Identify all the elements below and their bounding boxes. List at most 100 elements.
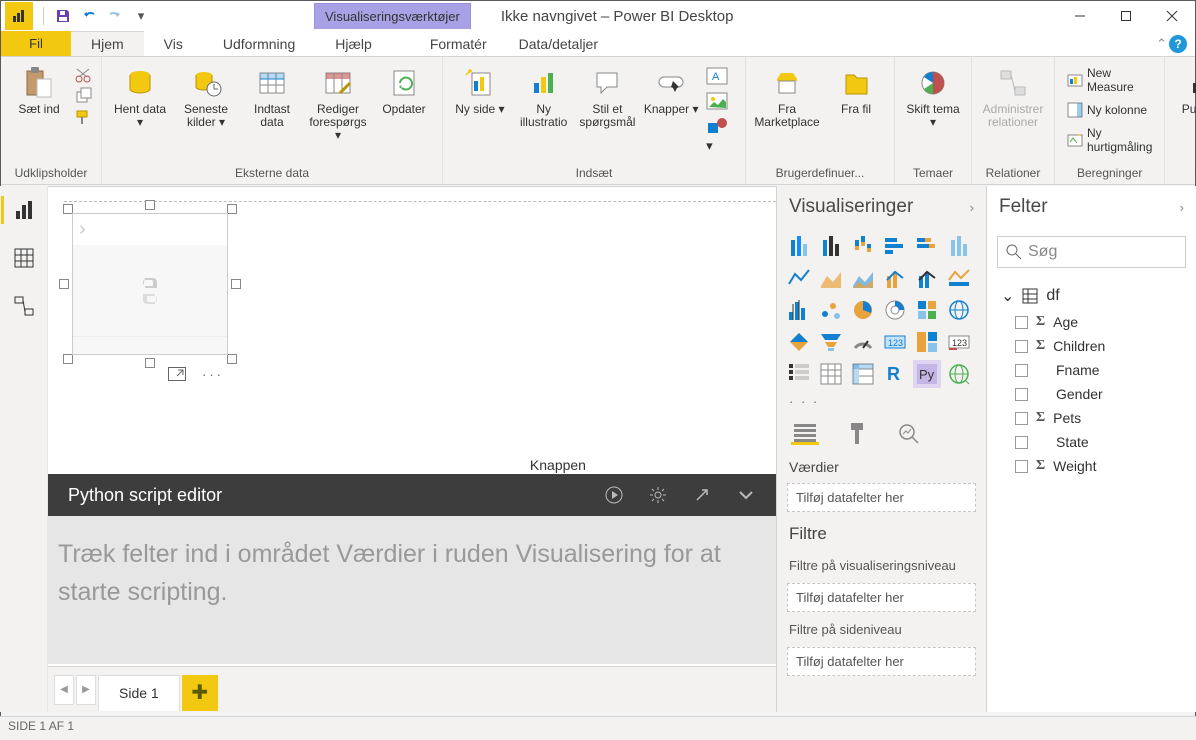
from-file-button[interactable]: Fra fil: [826, 61, 886, 116]
viz-type-14[interactable]: [849, 296, 877, 324]
viz-type-3[interactable]: [881, 232, 909, 260]
filter-page-drop-zone[interactable]: Tilføj datafelter her: [787, 647, 976, 676]
copy-icon[interactable]: [75, 88, 93, 107]
field-gender[interactable]: Gender: [993, 382, 1190, 406]
page-prev-button[interactable]: ◀: [54, 675, 74, 705]
viz-type-25[interactable]: [817, 360, 845, 388]
quick-measure-button[interactable]: Ny hurtigmåling: [1063, 123, 1156, 157]
close-button[interactable]: [1149, 1, 1195, 31]
field-weight[interactable]: ΣWeight: [993, 454, 1190, 478]
viz-type-23[interactable]: 123: [945, 328, 973, 356]
viz-type-22[interactable]: [913, 328, 941, 356]
viz-analytics-tab-icon[interactable]: [895, 423, 923, 445]
viz-type-7[interactable]: [817, 264, 845, 292]
undo-icon[interactable]: [78, 5, 100, 27]
field-fname[interactable]: Fname: [993, 358, 1190, 382]
maximize-button[interactable]: [1103, 1, 1149, 31]
field-state[interactable]: State: [993, 430, 1190, 454]
new-visual-button[interactable]: Ny illustratio: [515, 61, 573, 129]
viz-fields-tab-icon[interactable]: [791, 423, 819, 445]
viz-type-1[interactable]: [817, 232, 845, 260]
viz-type-17[interactable]: [945, 296, 973, 324]
enter-data-button[interactable]: Indtast data: [242, 61, 302, 129]
tab-data[interactable]: Data/detaljer: [503, 31, 614, 56]
filter-viz-drop-zone[interactable]: Tilføj datafelter her: [787, 583, 976, 612]
switch-theme-button[interactable]: Skift tema ▾: [903, 61, 963, 129]
manage-relationships-button[interactable]: Administrer relationer: [980, 61, 1046, 129]
viz-type-26[interactable]: [849, 360, 877, 388]
field-age[interactable]: ΣAge: [993, 310, 1190, 334]
text-box-icon[interactable]: A: [706, 67, 737, 88]
qat-customize-icon[interactable]: ▾: [130, 5, 152, 27]
viz-type-18[interactable]: [785, 328, 813, 356]
image-icon[interactable]: [706, 92, 737, 113]
viz-type-16[interactable]: [913, 296, 941, 324]
get-data-button[interactable]: Hent data ▾: [110, 61, 170, 129]
viz-type-6[interactable]: [785, 264, 813, 292]
viz-type-10[interactable]: [913, 264, 941, 292]
visual-focus-icon[interactable]: [168, 367, 186, 384]
viz-type-29[interactable]: [945, 360, 973, 388]
visual-more-icon[interactable]: ···: [202, 367, 224, 384]
viz-more-icon[interactable]: · · ·: [777, 392, 986, 417]
viz-type-19[interactable]: [817, 328, 845, 356]
tab-home[interactable]: Hjem: [71, 31, 144, 56]
recent-sources-button[interactable]: Seneste kilder ▾: [176, 61, 236, 129]
minimize-button[interactable]: [1057, 1, 1103, 31]
collapse-fields-icon[interactable]: ›: [1180, 200, 1184, 215]
data-view-icon[interactable]: [10, 244, 38, 272]
viz-type-9[interactable]: [881, 264, 909, 292]
viz-type-5[interactable]: [945, 232, 973, 260]
collapse-pane-icon[interactable]: ›: [970, 200, 974, 215]
report-view-icon[interactable]: [1, 196, 47, 224]
add-page-button[interactable]: ✚: [182, 675, 218, 711]
viz-type-0[interactable]: [785, 232, 813, 260]
publish-button[interactable]: Publicer: [1173, 61, 1196, 116]
script-popout-icon[interactable]: [692, 485, 712, 505]
viz-type-21[interactable]: 123: [881, 328, 909, 356]
cut-icon[interactable]: [75, 67, 93, 86]
viz-type-28[interactable]: Py: [913, 360, 941, 388]
page-next-button[interactable]: ▶: [76, 675, 96, 705]
buttons-button[interactable]: Knapper ▾: [642, 61, 700, 116]
python-visual-container[interactable]: ›: [64, 205, 236, 363]
format-painter-icon[interactable]: [75, 109, 93, 128]
fields-search-input[interactable]: Søg: [997, 236, 1186, 268]
viz-type-8[interactable]: [849, 264, 877, 292]
viz-format-tab-icon[interactable]: [843, 423, 871, 445]
report-canvas[interactable]: › ··· Knappen Kør script Python script e…: [48, 186, 776, 712]
script-editor-body[interactable]: Træk felter ind i området Værdier i rude…: [48, 516, 776, 664]
viz-type-15[interactable]: [881, 296, 909, 324]
fields-table-df[interactable]: ⌄ df: [993, 282, 1190, 310]
viz-type-11[interactable]: [945, 264, 973, 292]
tab-modeling[interactable]: Udformning: [203, 31, 315, 56]
values-drop-zone[interactable]: Tilføj datafelter her: [787, 483, 976, 512]
tab-help[interactable]: Hjælp: [315, 31, 392, 56]
viz-type-20[interactable]: [849, 328, 877, 356]
run-script-icon[interactable]: [604, 485, 624, 505]
shapes-icon[interactable]: ▾: [706, 117, 737, 154]
new-page-button[interactable]: Ny side ▾: [451, 61, 509, 116]
page-tab-1[interactable]: Side 1: [98, 675, 180, 711]
redo-icon[interactable]: [104, 5, 126, 27]
save-icon[interactable]: [52, 5, 74, 27]
viz-type-27[interactable]: R: [881, 360, 909, 388]
new-measure-button[interactable]: New Measure: [1063, 63, 1156, 97]
ask-question-button[interactable]: Stil et spørgsmål: [579, 61, 637, 129]
tab-format[interactable]: Formatér: [414, 31, 503, 56]
script-collapse-icon[interactable]: [736, 485, 756, 505]
script-settings-icon[interactable]: [648, 485, 668, 505]
help-icon[interactable]: ?: [1169, 35, 1187, 53]
tab-view[interactable]: Vis: [144, 31, 203, 56]
new-column-button[interactable]: Ny kolonne: [1063, 99, 1156, 121]
paste-button[interactable]: Sæt ind: [9, 61, 69, 116]
viz-type-13[interactable]: [817, 296, 845, 324]
field-children[interactable]: ΣChildren: [993, 334, 1190, 358]
field-pets[interactable]: ΣPets: [993, 406, 1190, 430]
model-view-icon[interactable]: [10, 292, 38, 320]
viz-type-12[interactable]: [785, 296, 813, 324]
viz-type-4[interactable]: [913, 232, 941, 260]
marketplace-button[interactable]: Fra Marketplace: [754, 61, 820, 129]
viz-type-24[interactable]: [785, 360, 813, 388]
collapse-ribbon-icon[interactable]: ⌃: [1156, 36, 1167, 52]
